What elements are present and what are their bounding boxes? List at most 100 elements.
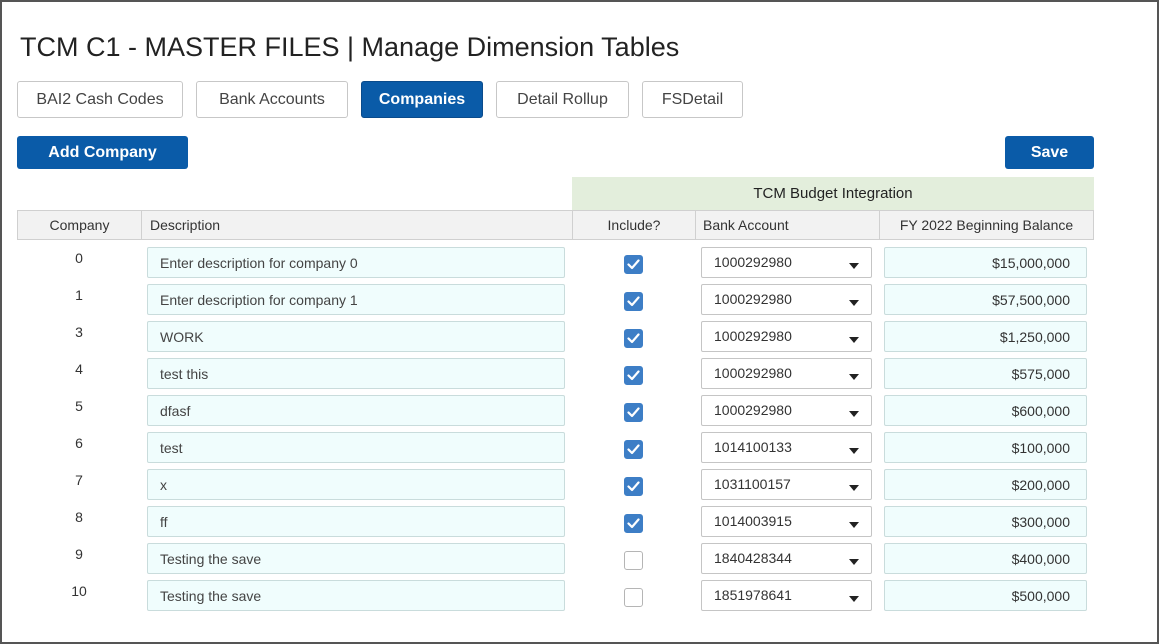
include-checkbox[interactable] — [624, 255, 643, 274]
check-icon — [627, 333, 640, 344]
beginning-balance-input[interactable] — [884, 543, 1087, 574]
beginning-balance-input[interactable] — [884, 432, 1087, 463]
company-id-cell: 10 — [71, 583, 87, 599]
tab-bai2-cash-codes[interactable]: BAI2 Cash Codes — [17, 81, 183, 118]
beginning-balance-input[interactable] — [884, 580, 1087, 611]
tab-fsdetail[interactable]: FSDetail — [642, 81, 743, 118]
description-input[interactable] — [147, 469, 565, 500]
beginning-balance-input[interactable] — [884, 506, 1087, 537]
check-icon — [627, 296, 640, 307]
description-input[interactable] — [147, 432, 565, 463]
table-row: 4 1000292980 — [17, 356, 1094, 393]
bank-account-select[interactable]: 1000292980 — [701, 358, 872, 389]
check-icon — [627, 481, 640, 492]
bank-account-value: 1014003915 — [714, 513, 792, 529]
include-checkbox[interactable] — [624, 551, 643, 570]
column-header-include: Include? — [573, 211, 696, 239]
check-icon — [627, 370, 640, 381]
description-input[interactable] — [147, 543, 565, 574]
check-icon — [627, 444, 640, 455]
caret-down-icon[interactable] — [849, 337, 859, 343]
company-id-cell: 7 — [75, 472, 83, 488]
description-input[interactable] — [147, 358, 565, 389]
check-icon — [627, 407, 640, 418]
caret-down-icon[interactable] — [849, 300, 859, 306]
beginning-balance-input[interactable] — [884, 321, 1087, 352]
beginning-balance-input[interactable] — [884, 358, 1087, 389]
beginning-balance-input[interactable] — [884, 247, 1087, 278]
beginning-balance-input[interactable] — [884, 469, 1087, 500]
bank-account-select[interactable]: 1000292980 — [701, 395, 872, 426]
dimension-tabs: BAI2 Cash Codes Bank Accounts Companies … — [17, 81, 756, 118]
company-id-cell: 1 — [75, 287, 83, 303]
include-checkbox[interactable] — [624, 514, 643, 533]
bank-account-value: 1031100157 — [714, 476, 791, 492]
include-checkbox[interactable] — [624, 292, 643, 311]
bank-account-value: 1000292980 — [714, 254, 792, 270]
description-input[interactable] — [147, 506, 565, 537]
company-id-cell: 0 — [75, 250, 83, 266]
beginning-balance-input[interactable] — [884, 395, 1087, 426]
bank-account-select[interactable]: 1000292980 — [701, 284, 872, 315]
caret-down-icon[interactable] — [849, 596, 859, 602]
include-checkbox[interactable] — [624, 403, 643, 422]
caret-down-icon[interactable] — [849, 522, 859, 528]
column-header-company: Company — [18, 211, 142, 239]
caret-down-icon[interactable] — [849, 374, 859, 380]
description-input[interactable] — [147, 284, 565, 315]
table-row: 1 1000292980 — [17, 282, 1094, 319]
bank-account-select[interactable]: 1851978641 — [701, 580, 872, 611]
caret-down-icon[interactable] — [849, 448, 859, 454]
bank-account-select[interactable]: 1031100157 — [701, 469, 872, 500]
bank-account-value: 1000292980 — [714, 402, 792, 418]
tab-bank-accounts[interactable]: Bank Accounts — [196, 81, 348, 118]
table-row: 10 1851978641 — [17, 578, 1094, 615]
column-header-balance: FY 2022 Beginning Balance — [899, 217, 1074, 233]
company-id-cell: 8 — [75, 509, 83, 525]
check-icon — [627, 259, 640, 270]
page-title: TCM C1 - MASTER FILES | Manage Dimension… — [20, 32, 680, 62]
include-checkbox[interactable] — [624, 588, 643, 607]
description-input[interactable] — [147, 321, 565, 352]
include-checkbox[interactable] — [624, 329, 643, 348]
bank-account-value: 1000292980 — [714, 291, 792, 307]
table-header: Company Description Include? Bank Accoun… — [17, 210, 1094, 240]
table-row: 3 1000292980 — [17, 319, 1094, 356]
caret-down-icon[interactable] — [849, 559, 859, 565]
beginning-balance-input[interactable] — [884, 284, 1087, 315]
company-id-cell: 6 — [75, 435, 83, 451]
description-input[interactable] — [147, 247, 565, 278]
add-company-button[interactable]: Add Company — [17, 136, 188, 169]
company-id-cell: 3 — [75, 324, 83, 340]
bank-account-select[interactable]: 1000292980 — [701, 321, 872, 352]
description-input[interactable] — [147, 395, 565, 426]
column-header-description: Description — [142, 211, 573, 239]
bank-account-select[interactable]: 1014003915 — [701, 506, 872, 537]
description-input[interactable] — [147, 580, 565, 611]
company-id-cell: 5 — [75, 398, 83, 414]
save-button[interactable]: Save — [1005, 136, 1094, 169]
bank-account-value: 1840428344 — [714, 550, 792, 566]
bank-account-select[interactable]: 1000292980 — [701, 247, 872, 278]
table-row: 5 1000292980 — [17, 393, 1094, 430]
caret-down-icon[interactable] — [849, 485, 859, 491]
bank-account-select[interactable]: 1014100133 — [701, 432, 872, 463]
include-checkbox[interactable] — [624, 477, 643, 496]
caret-down-icon[interactable] — [849, 263, 859, 269]
check-icon — [627, 518, 640, 529]
bank-account-value: 1851978641 — [714, 587, 792, 603]
tab-detail-rollup[interactable]: Detail Rollup — [496, 81, 629, 118]
table-row: 8 1014003915 — [17, 504, 1094, 541]
company-id-cell: 9 — [75, 546, 83, 562]
caret-down-icon[interactable] — [849, 411, 859, 417]
bank-account-value: 1000292980 — [714, 328, 792, 344]
include-checkbox[interactable] — [624, 366, 643, 385]
bank-account-select[interactable]: 1840428344 — [701, 543, 872, 574]
include-checkbox[interactable] — [624, 440, 643, 459]
tab-companies[interactable]: Companies — [361, 81, 483, 118]
table-row: 7 1031100157 — [17, 467, 1094, 504]
bank-account-value: 1014100133 — [714, 439, 792, 455]
column-header-bank-account: Bank Account — [696, 211, 880, 239]
budget-integration-header: TCM Budget Integration — [572, 177, 1094, 210]
table-row: 0 1000292980 — [17, 245, 1094, 282]
